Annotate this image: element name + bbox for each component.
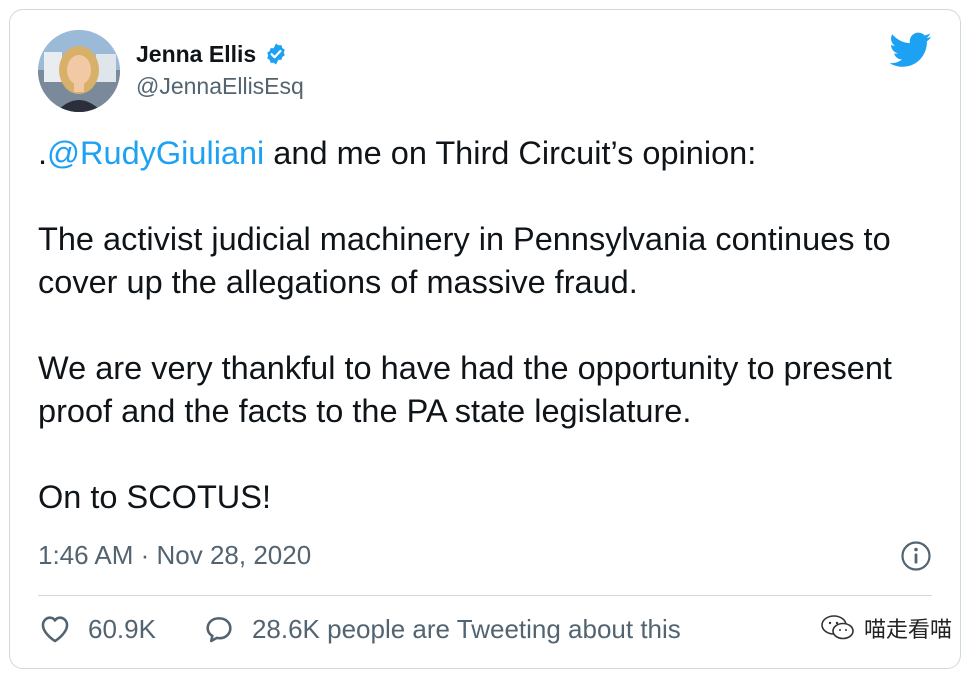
- tweet-paragraph-4: On to SCOTUS!: [38, 479, 271, 515]
- conversation-button[interactable]: 28.6K people are Tweeting about this: [202, 612, 681, 646]
- like-count: 60.9K: [88, 613, 156, 644]
- author-handle[interactable]: @JennaEllisEsq: [136, 73, 304, 100]
- wechat-icon: [821, 615, 854, 640]
- tweet-line1-rest: and me on Third Circuit’s opinion:: [264, 135, 757, 171]
- tweet-prefix: .: [38, 135, 48, 171]
- watermark: 喵走看喵: [820, 612, 952, 644]
- mention-link[interactable]: @RudyGiuliani: [47, 135, 264, 171]
- author-name-row: Jenna Ellis: [136, 37, 304, 71]
- tweet-paragraph-1: .@RudyGiuliani and me on Third Circuit’s…: [38, 132, 943, 175]
- like-button[interactable]: 60.9K: [38, 612, 156, 646]
- watermark-text: 喵走看喵: [863, 617, 952, 642]
- tweet-card: Jenna Ellis @JennaEllisEsq .@RudyGiulian…: [9, 9, 961, 669]
- avatar-image: [38, 30, 120, 112]
- info-icon[interactable]: [900, 540, 932, 572]
- divider: [38, 595, 932, 596]
- verified-badge-icon: [267, 43, 285, 65]
- tweet-paragraph-3: We are very thankful to have had the opp…: [38, 350, 892, 429]
- author-block: Jenna Ellis @JennaEllisEsq: [136, 37, 304, 100]
- tweet-timestamp[interactable]: 1:46 AM · Nov 28, 2020: [38, 540, 311, 571]
- avatar[interactable]: [38, 30, 120, 112]
- conversation-text: 28.6K people are Tweeting about this: [251, 613, 681, 644]
- heart-icon: [41, 616, 69, 643]
- author-name[interactable]: Jenna Ellis: [136, 41, 256, 68]
- tweet-paragraph-2: The activist judicial machinery in Penns…: [38, 221, 891, 300]
- tweet-text: .@RudyGiuliani and me on Third Circuit’s…: [38, 132, 943, 519]
- speech-bubble-icon: [206, 617, 232, 643]
- twitter-bird-icon[interactable]: [890, 32, 932, 68]
- tweet-actions: 60.9K 28.6K people are Tweeting about th…: [38, 612, 681, 646]
